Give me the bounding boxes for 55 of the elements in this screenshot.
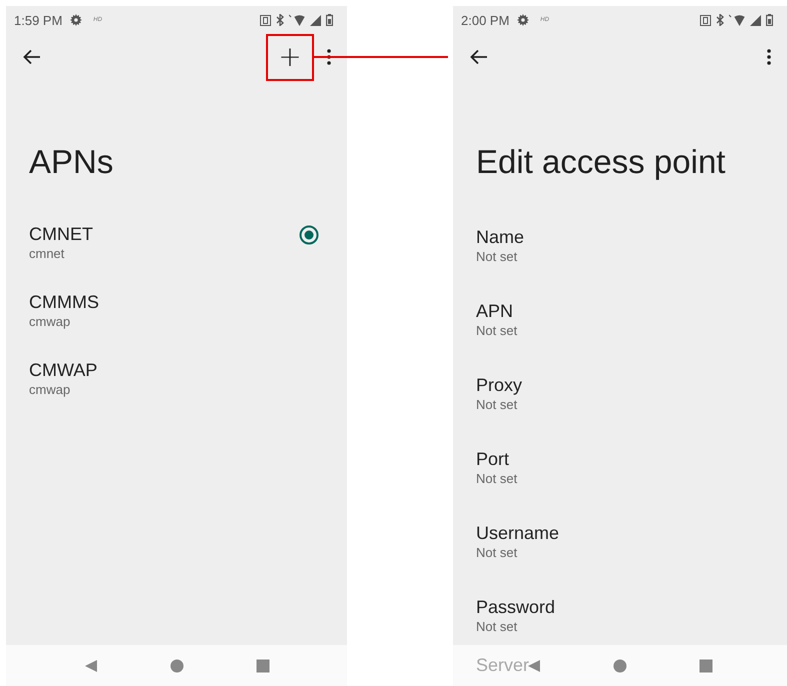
vibrate-icon bbox=[260, 14, 271, 26]
add-button[interactable]: + bbox=[266, 34, 314, 80]
vibrate-icon bbox=[700, 14, 711, 26]
wifi-icon bbox=[289, 14, 305, 26]
item-title: CMMMS bbox=[29, 291, 100, 313]
item-subtitle: cmnet bbox=[29, 245, 66, 263]
list-item[interactable]: CMMMS cmwap bbox=[29, 283, 347, 351]
home-circle-icon[interactable] bbox=[613, 658, 627, 672]
list-item[interactable]: APN Not set bbox=[476, 289, 787, 363]
item-title: Server bbox=[476, 655, 530, 676]
list-item[interactable]: Proxy Not set bbox=[476, 363, 787, 437]
signal-icon bbox=[310, 14, 321, 26]
status-time: 1:59 PM bbox=[14, 12, 62, 28]
item-subtitle: Not set bbox=[476, 396, 518, 414]
radio-button[interactable] bbox=[299, 225, 319, 245]
battery-icon bbox=[766, 14, 773, 26]
page-title: Edit access point bbox=[476, 142, 726, 182]
item-title: Name bbox=[476, 226, 526, 248]
item-title: Username bbox=[476, 522, 560, 544]
item-subtitle: Not set bbox=[476, 618, 518, 636]
more-options-icon[interactable] bbox=[767, 49, 771, 65]
status-time: 2:00 PM bbox=[461, 12, 510, 28]
item-subtitle: Not set bbox=[476, 470, 518, 488]
item-subtitle: Not set bbox=[476, 544, 518, 562]
list-item[interactable]: CMWAP cmwap bbox=[29, 351, 347, 419]
back-arrow-icon[interactable] bbox=[23, 49, 41, 65]
battery-icon bbox=[326, 14, 333, 26]
recents-square-icon[interactable] bbox=[699, 658, 713, 672]
list-item[interactable]: Username Not set bbox=[476, 511, 787, 585]
back-arrow-icon[interactable] bbox=[470, 49, 488, 65]
item-subtitle: Not set bbox=[476, 322, 518, 340]
list-item[interactable]: Name Not set bbox=[476, 215, 787, 289]
back-triangle-icon[interactable] bbox=[84, 658, 98, 672]
item-title: Password bbox=[476, 596, 556, 618]
item-title: Port bbox=[476, 448, 510, 470]
bluetooth-icon bbox=[716, 14, 724, 26]
item-title: CMWAP bbox=[29, 359, 98, 381]
item-subtitle: cmwap bbox=[29, 381, 72, 399]
page-title: APNs bbox=[29, 142, 114, 182]
back-triangle-icon[interactable] bbox=[527, 658, 541, 672]
signal-icon bbox=[750, 14, 761, 26]
list-item[interactable]: Port Not set bbox=[476, 437, 787, 511]
list-item[interactable]: Password Not set bbox=[476, 585, 787, 645]
home-circle-icon[interactable] bbox=[170, 658, 184, 672]
item-subtitle: cmwap bbox=[29, 313, 72, 331]
item-subtitle: Not set bbox=[476, 248, 518, 266]
bluetooth-icon bbox=[276, 14, 284, 26]
item-title: CMNET bbox=[29, 223, 94, 245]
item-title: APN bbox=[476, 300, 514, 322]
item-title: Proxy bbox=[476, 374, 524, 396]
gear-icon bbox=[70, 14, 82, 26]
list-item[interactable]: CMNET cmnet bbox=[29, 215, 347, 283]
gear-icon bbox=[517, 14, 530, 26]
wifi-icon bbox=[729, 14, 745, 26]
recents-square-icon[interactable] bbox=[256, 658, 270, 672]
